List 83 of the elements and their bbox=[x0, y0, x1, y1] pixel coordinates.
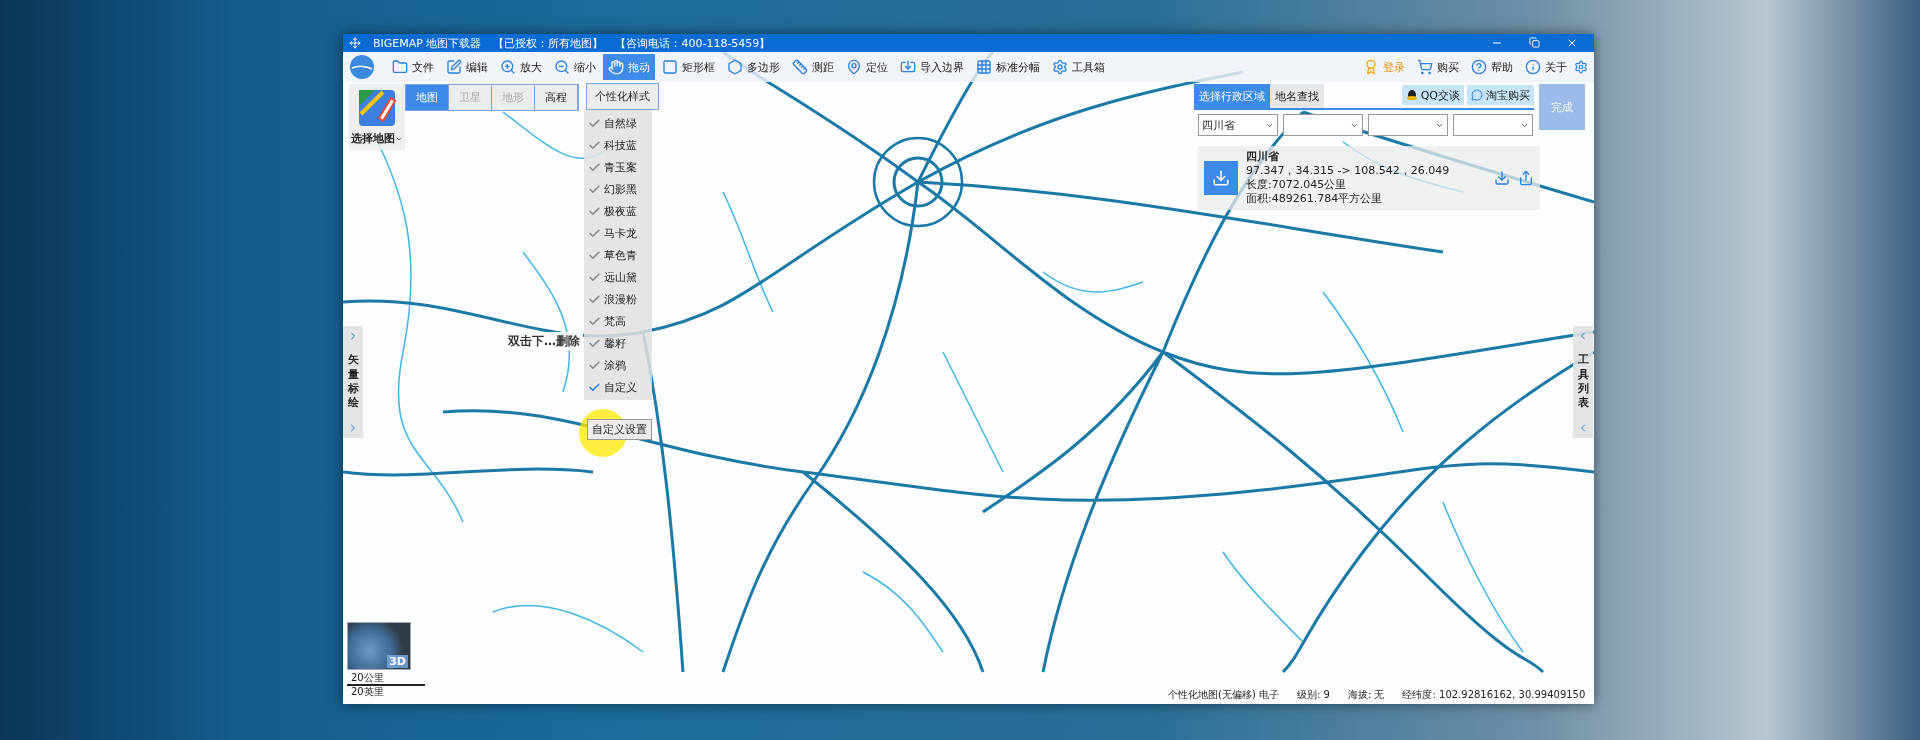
map-type-tab[interactable]: 高程 bbox=[535, 85, 578, 110]
style-menu-item[interactable]: 科技蓝 bbox=[584, 134, 652, 156]
download-arrow-icon bbox=[1212, 169, 1230, 187]
rectangle-icon bbox=[662, 59, 678, 75]
window-title: BIGEMAP 地图下载器 bbox=[373, 35, 482, 51]
toolbar-button[interactable]: 缩小 bbox=[549, 54, 601, 80]
status-coordinates: 经纬度: 102.92816162, 30.99409150 bbox=[1402, 688, 1586, 702]
toolbar-button[interactable]: 标准分幅 bbox=[971, 54, 1045, 80]
region-select[interactable] bbox=[1283, 114, 1363, 136]
map-pin-icon bbox=[846, 59, 862, 75]
region-length: 长度:7072.045公里 bbox=[1246, 178, 1348, 192]
window-title: 【咨询电话：400-118-5459】 bbox=[615, 35, 771, 51]
tool-list-side-tab[interactable]: 工具列表 bbox=[1573, 326, 1593, 438]
download-icon[interactable] bbox=[1494, 170, 1510, 186]
map-pencil-icon bbox=[357, 88, 397, 128]
settings-icon[interactable] bbox=[1574, 60, 1588, 74]
style-menu-item[interactable]: 馨籽 bbox=[584, 332, 652, 354]
style-menu-item[interactable]: 远山黛 bbox=[584, 266, 652, 288]
zoom-out-icon bbox=[554, 59, 570, 75]
edit-icon bbox=[446, 59, 462, 75]
polygon-icon bbox=[727, 59, 743, 75]
panel-tab[interactable]: 地名查找 bbox=[1270, 84, 1324, 108]
app-logo-icon bbox=[349, 37, 361, 49]
region-select[interactable] bbox=[1453, 114, 1533, 136]
status-altitude: 海拔: 无 bbox=[1347, 688, 1385, 702]
delete-hint-tooltip: 双击下…删除 bbox=[505, 332, 583, 351]
style-menu-item[interactable]: 梵高 bbox=[584, 310, 652, 332]
toolbar-button[interactable]: 帮助 bbox=[1466, 54, 1518, 80]
toolbar-button[interactable]: 编辑 bbox=[441, 54, 493, 80]
style-menu-item[interactable]: 涂鸦 bbox=[584, 354, 652, 376]
style-menu-item[interactable]: 极夜蓝 bbox=[584, 200, 652, 222]
link-button[interactable]: 淘宝购买 bbox=[1467, 85, 1534, 105]
style-menu-item[interactable]: 马卡龙 bbox=[584, 222, 652, 244]
help-icon bbox=[1471, 59, 1487, 75]
link-button[interactable]: QQ交谈 bbox=[1401, 85, 1464, 105]
grid-icon bbox=[976, 59, 992, 75]
toolbar-button[interactable]: 定位 bbox=[841, 54, 893, 80]
ruler-icon bbox=[792, 59, 808, 75]
map-type-tab[interactable]: 地图 bbox=[406, 85, 449, 110]
style-menu-item[interactable]: 自然绿 bbox=[584, 112, 652, 134]
settings-icon bbox=[1052, 59, 1068, 75]
close-icon[interactable] bbox=[1566, 37, 1578, 49]
scale-imperial: 20英里 bbox=[350, 686, 385, 698]
toolbar-button[interactable]: 拖动 bbox=[603, 54, 655, 80]
style-button[interactable]: 个性化样式 bbox=[586, 83, 659, 110]
folder-icon bbox=[392, 59, 408, 75]
region-select[interactable] bbox=[1368, 114, 1448, 136]
panel-tab[interactable]: 选择行政区域 bbox=[1194, 84, 1270, 108]
app-logo-icon bbox=[349, 54, 375, 80]
toolbar-button[interactable]: 关于 bbox=[1520, 54, 1572, 80]
chat-bubble-icon bbox=[1471, 89, 1483, 101]
region-select[interactable]: 四川省 bbox=[1198, 114, 1278, 136]
style-menu-item[interactable]: 幻影黑 bbox=[584, 178, 652, 200]
scale-metric: 20公里 bbox=[350, 672, 385, 684]
region-name: 四川省 bbox=[1246, 150, 1280, 164]
vector-plot-side-tab[interactable]: 矢量标绘 bbox=[343, 326, 363, 438]
toolbar-button[interactable]: 工具箱 bbox=[1047, 54, 1110, 80]
style-menu-item[interactable]: 自定义 bbox=[584, 376, 652, 398]
style-menu-item[interactable]: 浪漫粉 bbox=[584, 288, 652, 310]
zoom-in-icon bbox=[500, 59, 516, 75]
toolbar-button[interactable]: 文件 bbox=[387, 54, 439, 80]
restore-icon[interactable] bbox=[1529, 37, 1540, 48]
import-icon bbox=[900, 59, 916, 75]
hand-icon bbox=[608, 59, 624, 75]
share-icon[interactable] bbox=[1518, 170, 1534, 186]
toolbar-button[interactable]: 矩形框 bbox=[657, 54, 720, 80]
status-level: 级别: 9 bbox=[1297, 688, 1330, 702]
toolbar-button[interactable]: 多边形 bbox=[722, 54, 785, 80]
region-area: 面积:489261.784平方公里 bbox=[1246, 192, 1450, 206]
badge-icon bbox=[1363, 59, 1379, 75]
toolbar-button[interactable]: 放大 bbox=[495, 54, 547, 80]
map-selector-button[interactable]: 选择地图 bbox=[349, 84, 405, 150]
status-map-type: 个性化地图(无偏移) 电子 bbox=[1168, 688, 1279, 702]
toolbar-button[interactable]: 导入边界 bbox=[895, 54, 969, 80]
region-bounds: 97.347，34.315 -> 108.542，26.049 bbox=[1246, 164, 1450, 178]
style-menu-item[interactable]: 草色青 bbox=[584, 244, 652, 266]
toolbar-button[interactable]: 测距 bbox=[787, 54, 839, 80]
style-menu-item[interactable]: 青玉案 bbox=[584, 156, 652, 178]
cart-icon bbox=[1417, 59, 1433, 75]
custom-settings-button[interactable]: 自定义设置 bbox=[587, 419, 652, 440]
info-icon bbox=[1525, 59, 1541, 75]
toolbar-button[interactable]: 购买 bbox=[1412, 54, 1464, 80]
window-title: 【已授权：所有地图】 bbox=[493, 35, 604, 51]
